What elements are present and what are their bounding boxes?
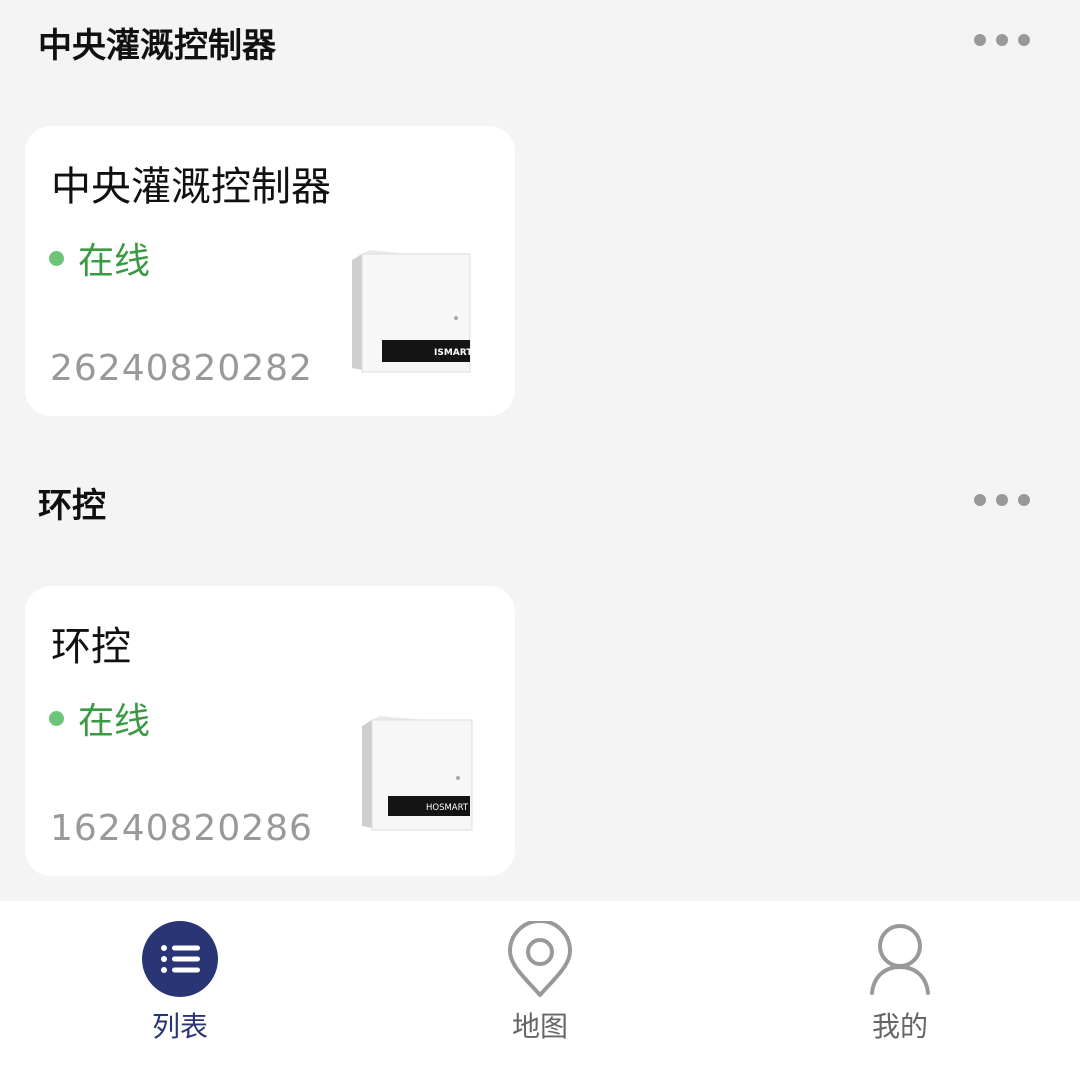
- device-serial: 26240820282: [50, 348, 313, 389]
- device-serial: 16240820286: [50, 808, 313, 849]
- map-pin-icon: [502, 921, 578, 997]
- status-text: 在线: [78, 241, 151, 282]
- controller-brand-text: HOSMART: [426, 803, 469, 813]
- more-dot-icon: [1018, 494, 1030, 506]
- controller-brand-text: ISMART: [434, 348, 473, 358]
- nav-label: 地图: [511, 1010, 568, 1043]
- group-header-climate: 环控: [0, 470, 1080, 530]
- user-icon: [862, 921, 938, 997]
- more-dot-icon: [1018, 34, 1030, 46]
- device-status: 在线: [49, 232, 150, 284]
- controller-box-image: HOSMART: [362, 716, 473, 831]
- more-dot-icon: [974, 494, 986, 506]
- device-name: 中央灌溉控制器: [51, 164, 331, 210]
- nav-item-profile[interactable]: 我的: [800, 901, 1000, 1066]
- nav-item-list[interactable]: 列表: [80, 901, 280, 1066]
- online-dot-icon: [49, 710, 64, 726]
- more-dot-icon: [996, 34, 1008, 46]
- more-options-button[interactable]: [966, 470, 1038, 530]
- device-list-page: 中央灌溉控制器 中央灌溉控制器 在线 26240820282 ISMART 环控: [0, 0, 1080, 1066]
- status-text: 在线: [78, 701, 151, 742]
- device-status: 在线: [49, 692, 150, 744]
- controller-box-image: ISMART: [352, 250, 473, 373]
- list-icon: [142, 921, 218, 997]
- device-card[interactable]: 环控 在线 16240820286 HOSMART: [25, 586, 515, 876]
- more-options-button[interactable]: [966, 10, 1038, 70]
- device-card[interactable]: 中央灌溉控制器 在线 26240820282 ISMART: [25, 126, 515, 416]
- more-dot-icon: [974, 34, 986, 46]
- nav-label: 我的: [871, 1010, 928, 1043]
- nav-item-map[interactable]: 地图: [440, 901, 640, 1066]
- group-header-irrigation: 中央灌溉控制器: [0, 10, 1080, 70]
- bottom-nav: 列表 地图 我的: [0, 901, 1080, 1066]
- group-title: 环控: [38, 486, 106, 526]
- nav-label: 列表: [151, 1010, 208, 1043]
- online-dot-icon: [49, 250, 64, 266]
- group-title: 中央灌溉控制器: [38, 26, 276, 66]
- more-dot-icon: [996, 494, 1008, 506]
- device-name: 环控: [51, 624, 131, 670]
